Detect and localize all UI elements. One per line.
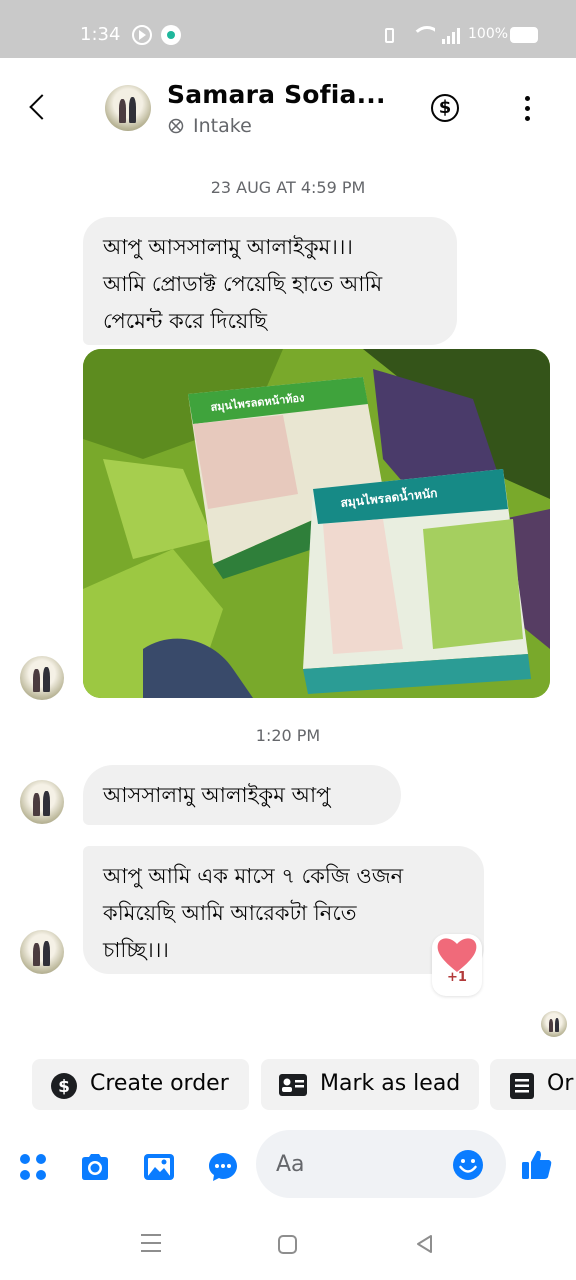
contact-name[interactable]: Samara Sofia... (167, 80, 386, 109)
vibrate-icon (385, 28, 394, 43)
message-input-placeholder: Aa (276, 1152, 305, 1177)
message-line: আমি প্রোডাক্ট পেয়েছি হাতে আমি (103, 272, 383, 296)
message-line: আপু আসসালামু আলাইকুম।।। (103, 235, 353, 259)
heart-icon (437, 938, 477, 972)
contact-avatar[interactable] (20, 656, 64, 700)
message-icon[interactable] (206, 1150, 240, 1184)
status-bar: 1:34 100% (0, 0, 576, 58)
create-order-button[interactable]: $ Create order (32, 1059, 249, 1110)
message-line: পেমেন্ট করে দিয়েছি (103, 309, 268, 333)
apps-icon[interactable] (16, 1150, 50, 1184)
contact-avatar[interactable] (105, 85, 151, 131)
recent-apps-icon[interactable] (141, 1234, 161, 1252)
system-navigation-bar (0, 1210, 576, 1280)
chat-app-status-icon (161, 25, 181, 45)
dollar-icon[interactable]: $ (431, 94, 459, 122)
contact-avatar[interactable] (20, 930, 64, 974)
message-line: আপু আমি এক মাসে ৭ কেজি ওজন (103, 864, 404, 888)
navigation-status-icon (132, 25, 152, 45)
battery-icon (510, 27, 538, 43)
message-line: আসসালামু আলাইকুম আপু (103, 783, 331, 807)
contact-label[interactable]: Intake (193, 115, 252, 137)
orders-button[interactable]: Or (490, 1059, 576, 1110)
message-photo[interactable]: สมุนไพรลดหน้าท้อง สมุนไพรลดน้ำหนัก (83, 349, 550, 698)
message-reaction[interactable]: +1 (432, 934, 482, 996)
battery-percent: 100% (468, 26, 509, 42)
list-document-icon (510, 1073, 534, 1099)
message-input[interactable]: Aa (256, 1130, 506, 1198)
message-timestamp: 1:20 PM (255, 726, 321, 745)
camera-icon[interactable] (78, 1150, 112, 1184)
message-line: কমিয়েছি আমি আরেকটা নিতে (103, 901, 357, 925)
more-vertical-icon[interactable] (525, 96, 531, 122)
id-card-icon (279, 1074, 307, 1096)
mark-as-lead-label: Mark as lead (320, 1071, 461, 1096)
contact-avatar[interactable] (20, 780, 64, 824)
wifi-icon (413, 24, 435, 46)
back-arrow-icon[interactable] (29, 94, 55, 120)
product-box-2: สมุนไพรลดน้ำหนัก (303, 469, 531, 694)
signal-icon (442, 28, 462, 44)
gallery-icon[interactable] (142, 1150, 176, 1184)
emoji-icon[interactable] (452, 1149, 484, 1181)
like-icon[interactable] (520, 1148, 554, 1182)
system-back-icon[interactable] (415, 1234, 435, 1254)
home-icon[interactable] (278, 1235, 297, 1254)
message-timestamp: 23 AUG AT 4:59 PM (210, 178, 366, 197)
read-receipt-avatar (541, 1011, 567, 1037)
intake-icon (168, 118, 184, 134)
create-order-label: Create order (90, 1071, 229, 1096)
status-time: 1:34 (80, 24, 121, 45)
mark-as-lead-button[interactable]: Mark as lead (261, 1059, 479, 1110)
svg-text:$: $ (58, 1077, 70, 1097)
message-bubble[interactable]: আপু আসসালামু আলাইকুম।।। আমি প্রোডাক্ট পে… (83, 217, 457, 345)
message-line: চাচ্ছি।।। (103, 938, 169, 962)
conversation-header: Samara Sofia... Intake $ (0, 58, 576, 158)
dollar-circle-icon: $ (51, 1073, 77, 1099)
orders-label: Or (547, 1071, 574, 1096)
message-bubble[interactable]: আপু আমি এক মাসে ৭ কেজি ওজন কমিয়েছি আমি … (83, 846, 484, 974)
message-bubble[interactable]: আসসালামু আলাইকুম আপু (83, 765, 401, 825)
reaction-count: +1 (447, 970, 467, 985)
